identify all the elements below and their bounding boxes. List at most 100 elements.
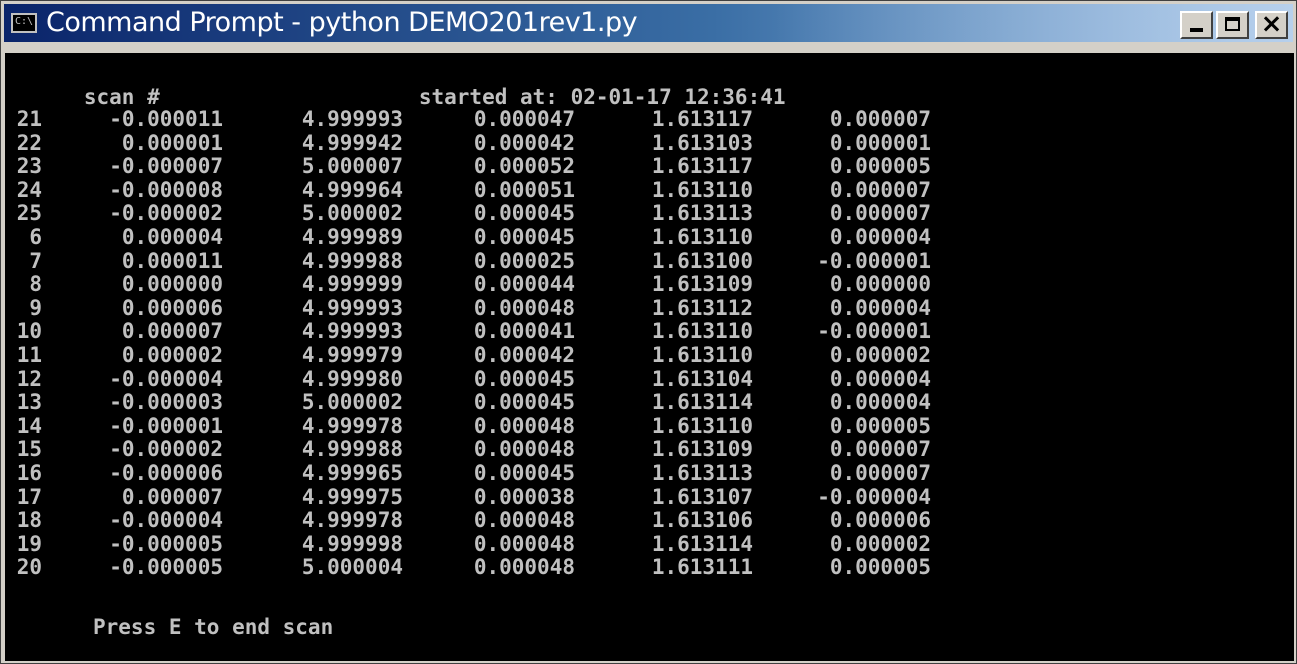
scan-number-cell: 22 xyxy=(16,130,42,155)
scan-number-cell: 20 xyxy=(16,555,42,580)
value-5-cell: 0.000007 xyxy=(829,460,931,485)
value-3-cell: 0.000052 xyxy=(473,154,575,179)
value-5-cell: 0.000004 xyxy=(829,366,931,391)
value-2-cell: 4.999993 xyxy=(301,319,403,344)
value-3-cell: 0.000048 xyxy=(473,555,575,580)
value-1-cell: 0.000004 xyxy=(121,224,223,249)
value-5-cell: 0.000001 xyxy=(829,130,931,155)
value-1-cell: -0.000007 xyxy=(109,154,223,179)
value-1-cell: 0.000007 xyxy=(121,484,223,509)
value-1-cell: 0.000001 xyxy=(121,130,223,155)
value-4-cell: 1.613110 xyxy=(651,342,753,367)
value-4-cell: 1.613113 xyxy=(651,460,753,485)
value-1-cell: -0.000004 xyxy=(109,508,223,533)
value-3-cell: 0.000048 xyxy=(473,531,575,556)
value-2-cell: 5.000002 xyxy=(301,390,403,415)
value-2-cell: 5.000002 xyxy=(301,201,403,226)
end-scan-prompt: Press E to end scan xyxy=(93,615,334,639)
scan-number-cell: 14 xyxy=(16,413,42,438)
scan-number-cell: 17 xyxy=(16,484,42,509)
value-3-cell: 0.000047 xyxy=(473,107,575,131)
value-3-cell: 0.000041 xyxy=(473,319,575,344)
value-2-cell: 4.999965 xyxy=(301,460,403,485)
value-3-cell: 0.000048 xyxy=(473,508,575,533)
maximize-icon xyxy=(1225,17,1240,31)
value-3-cell: 0.000038 xyxy=(473,484,575,509)
value-2-cell: 4.999999 xyxy=(301,272,403,297)
value-3-cell: 0.000045 xyxy=(473,390,575,415)
value-4-cell: 1.613104 xyxy=(651,366,753,391)
value-4-cell: 1.613114 xyxy=(651,390,753,415)
scan-number-cell: 7 xyxy=(29,248,42,273)
value-2-cell: 4.999978 xyxy=(301,413,403,438)
value-1-cell: -0.000005 xyxy=(109,531,223,556)
started-at-header: started at: 02-01-17 12:36:41 xyxy=(343,61,786,109)
value-2-cell: 4.999942 xyxy=(301,130,403,155)
value-3-cell: 0.000042 xyxy=(473,130,575,155)
scan-number-cell: 9 xyxy=(29,295,42,320)
value-1-cell: -0.000003 xyxy=(109,390,223,415)
value-3-cell: 0.000042 xyxy=(473,342,575,367)
value-2-cell: 4.999975 xyxy=(301,484,403,509)
scan-number-cell: 19 xyxy=(16,531,42,556)
value-2-cell: 4.999978 xyxy=(301,508,403,533)
value-5-cell: 0.000005 xyxy=(829,154,931,179)
window-title: Command Prompt - python DEMO201rev1.py xyxy=(46,7,638,38)
value-4-cell: 1.613114 xyxy=(651,531,753,556)
scan-number-cell: 6 xyxy=(29,224,42,249)
value-1-cell: -0.000004 xyxy=(109,366,223,391)
value-5-cell: -0.000001 xyxy=(817,248,931,273)
value-5-cell: 0.000004 xyxy=(829,224,931,249)
value-4-cell: 1.613103 xyxy=(651,130,753,155)
value-3-cell: 0.000025 xyxy=(473,248,575,273)
value-4-cell: 1.613110 xyxy=(651,224,753,249)
value-2-cell: 5.000007 xyxy=(301,154,403,179)
value-4-cell: 1.613106 xyxy=(651,508,753,533)
value-5-cell: 0.000002 xyxy=(829,531,931,556)
close-icon: × xyxy=(1260,9,1283,39)
value-5-cell: 0.000007 xyxy=(829,201,931,226)
minimize-button[interactable] xyxy=(1180,11,1213,39)
value-5-cell: 0.000007 xyxy=(829,177,931,202)
cmd-icon[interactable]: C:\ xyxy=(11,13,37,33)
value-4-cell: 1.613117 xyxy=(651,107,753,131)
scan-number-cell: 25 xyxy=(16,201,42,226)
value-2-cell: 4.999980 xyxy=(301,366,403,391)
close-button[interactable]: × xyxy=(1255,9,1288,39)
scan-number-cell: 16 xyxy=(16,460,42,485)
value-5-cell: 0.000006 xyxy=(829,508,931,533)
scan-number-cell: 12 xyxy=(16,366,42,391)
minimize-icon xyxy=(1190,28,1203,32)
value-1-cell: 0.000000 xyxy=(121,272,223,297)
scan-number-cell: 24 xyxy=(16,177,42,202)
value-1-cell: 0.000002 xyxy=(121,342,223,367)
title-bar[interactable]: C:\ Command Prompt - python DEMO201rev1.… xyxy=(4,4,1293,42)
value-1-cell: 0.000011 xyxy=(121,248,223,273)
value-5-cell: 0.000004 xyxy=(829,390,931,415)
scan-number-cell: 13 xyxy=(16,390,42,415)
scan-number-cell: 15 xyxy=(16,437,42,462)
value-1-cell: -0.000005 xyxy=(109,555,223,580)
value-2-cell: 4.999988 xyxy=(301,437,403,462)
value-5-cell: -0.000004 xyxy=(817,484,931,509)
value-3-cell: 0.000045 xyxy=(473,201,575,226)
scan-header: scan # xyxy=(8,61,160,109)
maximize-button[interactable] xyxy=(1216,11,1249,39)
value-3-cell: 0.000051 xyxy=(473,177,575,202)
value-4-cell: 1.613117 xyxy=(651,154,753,179)
value-2-cell: 4.999993 xyxy=(301,295,403,320)
scan-number-cell: 18 xyxy=(16,508,42,533)
value-1-cell: 0.000007 xyxy=(121,319,223,344)
value-5-cell: 0.000005 xyxy=(829,555,931,580)
value-1-cell: 0.000006 xyxy=(121,295,223,320)
value-4-cell: 1.613110 xyxy=(651,177,753,202)
value-1-cell: -0.000011 xyxy=(109,107,223,131)
value-3-cell: 0.000048 xyxy=(473,295,575,320)
value-1-cell: -0.000002 xyxy=(109,201,223,226)
value-2-cell: 4.999979 xyxy=(301,342,403,367)
console-output[interactable]: scan # started at: 02-01-17 12:36:41 21 -… xyxy=(5,53,1294,661)
value-4-cell: 1.613111 xyxy=(651,555,753,580)
value-5-cell: 0.000004 xyxy=(829,295,931,320)
value-2-cell: 4.999998 xyxy=(301,531,403,556)
value-3-cell: 0.000045 xyxy=(473,366,575,391)
